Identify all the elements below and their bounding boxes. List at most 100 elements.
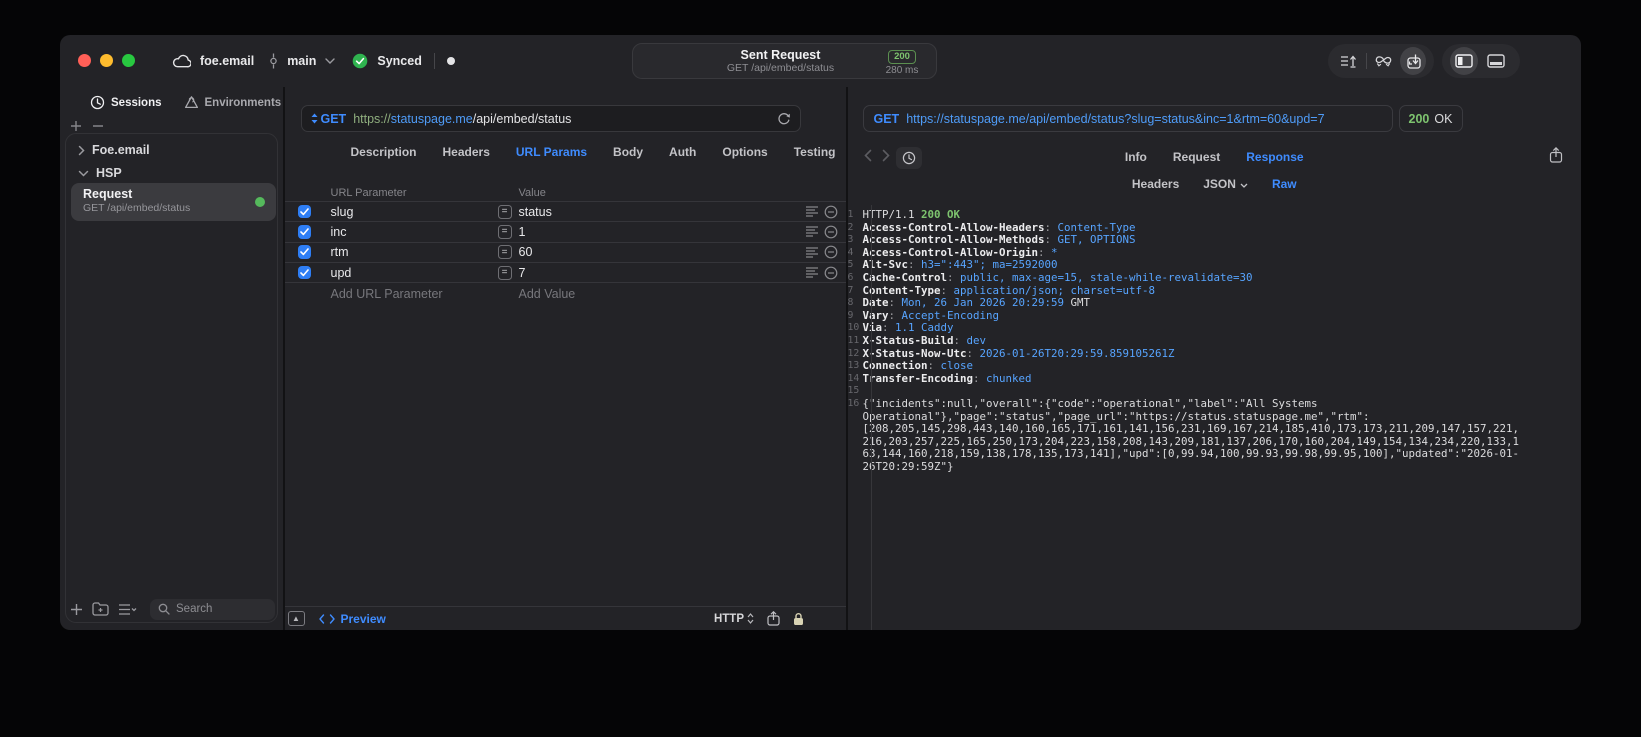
close-window-button[interactable] xyxy=(78,53,91,67)
remove-session-button[interactable] xyxy=(92,120,104,132)
share-request-icon[interactable] xyxy=(767,611,780,626)
request-editor-toggle-button[interactable] xyxy=(1336,47,1362,75)
response-line: 9 Vary: Accept-Encoding xyxy=(847,308,1000,322)
add-folder-button[interactable] xyxy=(92,602,109,616)
request-list-item-selected[interactable]: Request GET /api/embed/status xyxy=(71,183,276,221)
preview-button[interactable]: Preview xyxy=(318,612,386,626)
response-subtab-headers[interactable]: Headers xyxy=(1132,177,1179,191)
page-title: Sent Request xyxy=(740,48,821,62)
line-number: 9 xyxy=(847,309,854,321)
request-url-bar[interactable]: GET https://statuspage.me/api/embed/stat… xyxy=(300,105,801,132)
remove-param-button[interactable] xyxy=(824,225,838,239)
add-session-button[interactable] xyxy=(70,120,82,132)
toolbar-divider xyxy=(1365,53,1367,69)
param-row-options-icon[interactable] xyxy=(805,206,819,217)
param-row-rtm[interactable]: rtm = 60 xyxy=(284,241,846,262)
response-subtab-json[interactable]: JSON xyxy=(1203,177,1248,191)
method-selector-arrows-icon[interactable] xyxy=(311,113,318,124)
tab-sessions[interactable]: Sessions xyxy=(90,95,162,110)
param-value-field[interactable]: 60 xyxy=(519,245,533,259)
updown-arrows-icon xyxy=(747,613,754,624)
param-name-field[interactable]: upd xyxy=(331,266,352,280)
page-subtitle: GET /api/embed/status xyxy=(726,62,835,74)
response-subtab-raw[interactable]: Raw xyxy=(1272,177,1297,191)
url-host: statuspage.me xyxy=(390,111,473,126)
param-enabled-checkbox[interactable] xyxy=(297,245,311,259)
line-number: 8 xyxy=(847,297,854,309)
response-status-box: 200 OK xyxy=(1398,105,1463,132)
param-name-field[interactable]: slug xyxy=(331,205,354,219)
request-tab-body[interactable]: Body xyxy=(613,145,643,159)
response-tab-info[interactable]: Info xyxy=(1125,150,1147,164)
request-tab-headers[interactable]: Headers xyxy=(443,145,490,159)
export-response-icon[interactable] xyxy=(1549,147,1563,163)
param-enabled-checkbox[interactable] xyxy=(297,204,311,219)
response-subtabs: Headers JSON Raw xyxy=(848,177,1582,191)
search-input[interactable]: Search xyxy=(150,598,275,620)
add-request-button[interactable] xyxy=(70,603,83,616)
param-name-field[interactable]: rtm xyxy=(331,245,349,259)
response-status-text: OK xyxy=(1434,111,1453,126)
titlebar-separator xyxy=(433,53,435,69)
sent-request-url[interactable]: https://statuspage.me/api/embed/status?s… xyxy=(906,112,1324,126)
lock-icon[interactable] xyxy=(793,612,804,626)
project-name[interactable]: foe.email xyxy=(200,54,254,68)
param-row-inc[interactable]: inc = 1 xyxy=(284,221,846,241)
response-body[interactable]: 1 HTTP/1.1 200 OK 2 Access-Control-Allow-He… xyxy=(848,205,1582,630)
remove-param-button[interactable] xyxy=(824,245,838,259)
line-number: 15 xyxy=(847,385,860,397)
param-enabled-checkbox[interactable] xyxy=(297,225,311,239)
tab-environments[interactable]: Environments xyxy=(184,95,281,110)
history-back-button[interactable] xyxy=(863,149,872,162)
param-enabled-checkbox[interactable] xyxy=(297,265,311,280)
request-tab-auth[interactable]: Auth xyxy=(669,145,696,159)
add-param-row[interactable]: Add URL Parameter Add Value xyxy=(284,282,846,302)
import-response-button[interactable] xyxy=(1400,47,1426,75)
tree-item-hsp[interactable]: HSP xyxy=(78,166,122,180)
param-value-field[interactable]: status xyxy=(519,205,552,219)
window-title-pill[interactable]: Sent Request GET /api/embed/status 200 2… xyxy=(632,43,937,79)
request-tab-testing[interactable]: Testing xyxy=(794,145,836,159)
param-value-field[interactable]: 7 xyxy=(519,266,526,280)
param-row-slug[interactable]: slug = status xyxy=(284,201,846,221)
sidebar: Sessions Environments Foe.email HSP Requ… xyxy=(60,87,283,630)
param-name-field[interactable]: inc xyxy=(331,225,347,239)
param-row-options-icon[interactable] xyxy=(805,226,819,238)
add-value-placeholder[interactable]: Add Value xyxy=(519,287,576,301)
layout-bottombar-toggle-button[interactable] xyxy=(1482,47,1510,75)
param-row-options-icon[interactable] xyxy=(805,247,819,258)
request-tab-url-params[interactable]: URL Params xyxy=(516,145,587,159)
request-tab-options[interactable]: Options xyxy=(722,145,767,159)
response-tab-request[interactable]: Request xyxy=(1173,150,1220,164)
param-row-options-icon[interactable] xyxy=(805,267,819,278)
branch-name[interactable]: main xyxy=(287,54,316,68)
chevron-down-icon[interactable] xyxy=(325,58,336,64)
remove-param-button[interactable] xyxy=(824,205,838,219)
response-tab-response[interactable]: Response xyxy=(1246,150,1303,164)
tree-item-foe-email[interactable]: Foe.email xyxy=(78,143,150,157)
remove-param-button[interactable] xyxy=(824,266,838,280)
protocol-selector[interactable]: HTTP xyxy=(714,613,754,625)
tree-item-label: HSP xyxy=(96,166,122,180)
param-row-upd[interactable]: upd = 7 xyxy=(284,261,846,282)
response-history-button[interactable] xyxy=(895,147,922,169)
request-tab-description[interactable]: Description xyxy=(351,145,417,159)
layout-sidebar-toggle-button[interactable] xyxy=(1450,47,1478,75)
resend-request-icon[interactable] xyxy=(777,112,791,126)
sync-status[interactable]: Synced xyxy=(377,54,421,68)
gutter-divider xyxy=(870,205,872,630)
request-method[interactable]: GET xyxy=(321,112,347,126)
add-param-placeholder[interactable]: Add URL Parameter xyxy=(331,287,443,301)
response-method: GET xyxy=(873,111,900,126)
sent-request-url-box[interactable]: GET https://statuspage.me/api/embed/stat… xyxy=(862,105,1393,132)
list-display-options-button[interactable] xyxy=(118,603,137,616)
url-path: /api/embed/status xyxy=(472,111,572,126)
zoom-window-button[interactable] xyxy=(122,53,135,67)
history-forward-button[interactable] xyxy=(882,149,890,162)
sync-loop-icon[interactable] xyxy=(1371,47,1397,75)
request-item-subtitle: GET /api/embed/status xyxy=(83,202,191,214)
expand-panel-button[interactable]: ▲ xyxy=(287,611,305,626)
minimize-window-button[interactable] xyxy=(100,53,113,67)
line-number: 6 xyxy=(847,271,854,283)
param-value-field[interactable]: 1 xyxy=(519,225,526,239)
